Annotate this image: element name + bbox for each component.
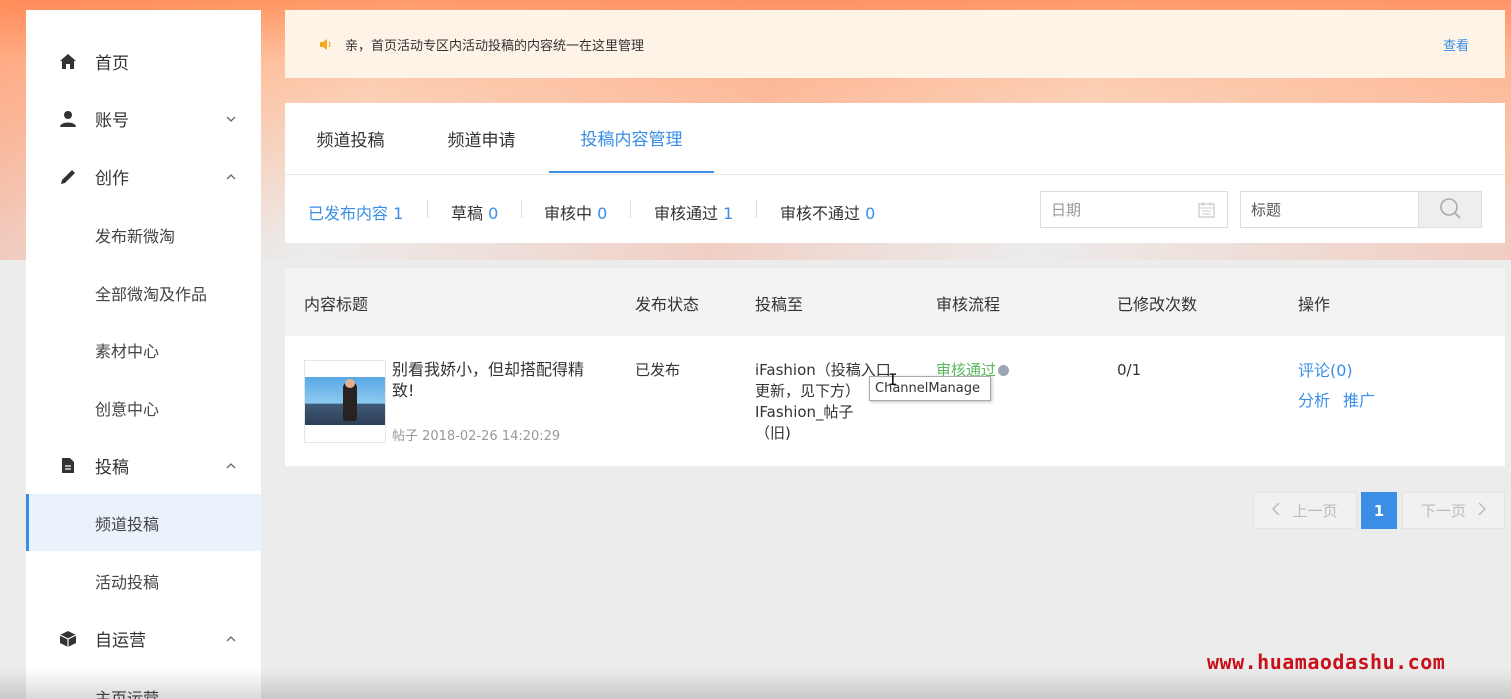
filter-count: 0 bbox=[597, 204, 608, 223]
tab-channel-submit[interactable]: 频道投稿 bbox=[285, 103, 416, 173]
table-header: 内容标题 发布状态 投稿至 审核流程 已修改次数 操作 bbox=[285, 268, 1505, 336]
sidebar: 首页 账号 创作 发布新微淘 全部微淘及作品 素材中心 创意中心 投稿 频道投稿… bbox=[26, 10, 261, 699]
prev-page-button[interactable]: 上一页 bbox=[1253, 492, 1357, 529]
column-header: 已修改次数 bbox=[1117, 295, 1198, 314]
tab-content-manage[interactable]: 投稿内容管理 bbox=[549, 103, 714, 173]
title-placeholder: 标题 bbox=[1251, 201, 1282, 219]
filter-label: 审核不通过 bbox=[780, 204, 861, 223]
notice-message: 亲，首页活动专区内活动投稿的内容统一在这里管理 bbox=[345, 38, 645, 54]
filter-count: 0 bbox=[488, 204, 499, 223]
filter-published[interactable]: 已发布内容 1 bbox=[308, 200, 403, 224]
document-icon bbox=[58, 456, 78, 476]
prev-page-label: 上一页 bbox=[1292, 502, 1338, 520]
sidebar-item-label: 投稿 bbox=[95, 458, 129, 478]
sidebar-item-label: 活动投稿 bbox=[95, 572, 160, 592]
sidebar-item-account[interactable]: 账号 bbox=[26, 90, 261, 147]
home-icon bbox=[58, 52, 78, 72]
sidebar-item-label: 发布新微淘 bbox=[95, 226, 176, 246]
submit-target-line: IFashion_帖子 bbox=[755, 403, 854, 421]
column-header: 发布状态 bbox=[635, 295, 700, 314]
sidebar-item-label: 自运营 bbox=[95, 631, 146, 651]
analyze-link[interactable]: 分析 bbox=[1298, 390, 1330, 411]
next-page-button[interactable]: 下一页 bbox=[1402, 492, 1505, 529]
sidebar-item-self-operate[interactable]: 自运营 bbox=[26, 610, 261, 667]
sidebar-item-label: 主页运营 bbox=[95, 688, 160, 699]
sidebar-item-new-weitao[interactable]: 发布新微淘 bbox=[26, 206, 261, 263]
pencil-icon bbox=[58, 167, 78, 187]
tabs-divider bbox=[285, 174, 1505, 175]
filter-divider bbox=[521, 200, 522, 218]
watermark: www.huamaodashu.com bbox=[1207, 650, 1446, 674]
page-number-button[interactable]: 1 bbox=[1361, 492, 1397, 529]
filter-label: 审核中 bbox=[544, 204, 593, 223]
chevron-left-icon bbox=[1272, 501, 1281, 520]
notice-bar: 亲，首页活动专区内活动投稿的内容统一在这里管理 查看 bbox=[285, 10, 1505, 78]
sidebar-item-all-works[interactable]: 全部微淘及作品 bbox=[26, 264, 261, 321]
sidebar-item-channel-submit[interactable]: 频道投稿 bbox=[26, 494, 261, 551]
filter-reviewing[interactable]: 审核中 0 bbox=[544, 200, 607, 224]
column-header: 投稿至 bbox=[755, 295, 804, 314]
sidebar-item-activity-submit[interactable]: 活动投稿 bbox=[26, 552, 261, 609]
column-header: 操作 bbox=[1298, 295, 1331, 314]
info-icon[interactable] bbox=[998, 365, 1010, 376]
filter-draft[interactable]: 草稿 0 bbox=[451, 200, 498, 224]
sidebar-item-label: 创意中心 bbox=[95, 399, 160, 419]
column-header: 内容标题 bbox=[304, 295, 369, 314]
content-title[interactable]: 别看我娇小，但却搭配得精致! bbox=[392, 359, 602, 401]
modified-count: 0/1 bbox=[1117, 361, 1142, 379]
sidebar-item-label: 创作 bbox=[95, 169, 129, 189]
content-thumbnail[interactable] bbox=[304, 360, 386, 443]
content-table: 内容标题 发布状态 投稿至 审核流程 已修改次数 操作 别看我娇小，但却搭配得精… bbox=[285, 268, 1505, 466]
filter-label: 草稿 bbox=[451, 204, 484, 223]
sidebar-item-label: 全部微淘及作品 bbox=[95, 284, 208, 304]
date-picker-input[interactable]: 日期 bbox=[1040, 191, 1228, 228]
tabs-panel: 频道投稿 频道申请 投稿内容管理 已发布内容 1 草稿 0 审核中 0 审核通过… bbox=[285, 103, 1505, 243]
chevron-up-icon bbox=[226, 170, 236, 183]
filter-count: 1 bbox=[393, 204, 404, 223]
sidebar-item-submit[interactable]: 投稿 bbox=[26, 437, 261, 494]
cube-icon bbox=[58, 629, 78, 649]
sidebar-item-label: 素材中心 bbox=[95, 341, 160, 361]
sidebar-item-homepage-operate[interactable]: 主页运营 bbox=[26, 668, 261, 699]
filter-label: 审核通过 bbox=[654, 204, 719, 223]
sidebar-item-create[interactable]: 创作 bbox=[26, 148, 261, 205]
sidebar-item-material-center[interactable]: 素材中心 bbox=[26, 321, 261, 378]
sidebar-item-creative-center[interactable]: 创意中心 bbox=[26, 379, 261, 436]
sidebar-item-label: 首页 bbox=[95, 54, 129, 74]
filter-divider bbox=[427, 200, 428, 218]
speaker-icon bbox=[319, 36, 332, 55]
chevron-right-icon bbox=[1478, 501, 1487, 520]
filter-approved[interactable]: 审核通过 1 bbox=[654, 200, 733, 224]
submit-target-line: 更新，见下方） bbox=[755, 382, 861, 400]
title-search-input[interactable]: 标题 bbox=[1240, 191, 1419, 228]
next-page-label: 下一页 bbox=[1420, 502, 1466, 520]
filter-divider bbox=[756, 200, 757, 218]
date-placeholder: 日期 bbox=[1051, 201, 1082, 219]
calendar-icon bbox=[1198, 202, 1215, 222]
filter-divider bbox=[630, 200, 631, 218]
filter-label: 已发布内容 bbox=[308, 204, 389, 223]
user-icon bbox=[58, 109, 78, 129]
chevron-up-icon bbox=[226, 632, 236, 645]
content-meta: 帖子 2018-02-26 14:20:29 bbox=[392, 429, 561, 444]
comment-link[interactable]: 评论(0) bbox=[1298, 360, 1353, 381]
promote-link[interactable]: 推广 bbox=[1343, 390, 1375, 411]
filter-count: 0 bbox=[865, 204, 876, 223]
column-header: 审核流程 bbox=[936, 295, 1001, 314]
chevron-up-icon bbox=[226, 459, 236, 472]
chevron-down-icon bbox=[226, 112, 236, 125]
sidebar-item-label: 账号 bbox=[95, 111, 129, 131]
search-icon bbox=[1439, 197, 1461, 223]
sidebar-item-label: 频道投稿 bbox=[95, 514, 160, 534]
sidebar-item-home[interactable]: 首页 bbox=[26, 33, 261, 90]
search-button[interactable] bbox=[1418, 191, 1482, 228]
text-cursor-icon: I bbox=[888, 370, 898, 389]
publish-status: 已发布 bbox=[635, 361, 681, 379]
submit-target-line: （旧) bbox=[755, 424, 791, 442]
filter-count: 1 bbox=[723, 204, 734, 223]
notice-view-link[interactable]: 查看 bbox=[1443, 35, 1469, 54]
tab-channel-apply[interactable]: 频道申请 bbox=[416, 103, 547, 173]
filter-rejected[interactable]: 审核不通过 0 bbox=[780, 200, 875, 224]
